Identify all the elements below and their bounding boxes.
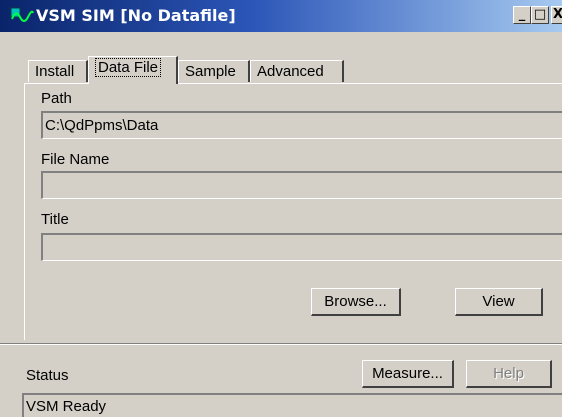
file-name-field[interactable]: [41, 171, 562, 199]
app-waveform-icon: [10, 7, 34, 22]
maximize-button[interactable]: □: [531, 6, 549, 24]
title-label: Title: [41, 211, 69, 228]
tab-advanced[interactable]: Advanced: [250, 60, 344, 82]
help-button[interactable]: Help: [466, 360, 552, 388]
browse-button[interactable]: Browse...: [311, 288, 401, 316]
app-window: VSM SIM [No Datafile] _ □ X Install Data…: [0, 0, 562, 417]
data-file-panel: Path C:\QdPpms\Data File Name Title Brow…: [24, 83, 562, 340]
measure-button[interactable]: Measure...: [362, 360, 454, 388]
close-button[interactable]: X: [551, 6, 562, 24]
title-field[interactable]: [41, 233, 562, 261]
tab-data-file-label: Data File: [95, 58, 162, 77]
status-label: Status: [26, 367, 69, 384]
tab-advanced-label: Advanced: [257, 63, 324, 80]
file-name-label: File Name: [41, 151, 110, 168]
view-button[interactable]: View: [455, 288, 543, 316]
window-title: VSM SIM [No Datafile]: [36, 6, 236, 25]
path-label: Path: [41, 90, 72, 107]
tab-install-label: Install: [35, 63, 75, 80]
minimize-button[interactable]: _: [513, 6, 531, 24]
tab-data-file[interactable]: Data File: [88, 56, 178, 84]
status-text-field: VSM Ready: [22, 393, 562, 417]
title-bar[interactable]: VSM SIM [No Datafile] _ □ X: [0, 0, 562, 32]
section-divider: [0, 343, 562, 345]
tab-install[interactable]: Install: [28, 60, 88, 82]
tab-sample-label: Sample: [185, 63, 236, 80]
tab-sample[interactable]: Sample: [178, 60, 250, 82]
path-field[interactable]: C:\QdPpms\Data: [41, 111, 562, 139]
